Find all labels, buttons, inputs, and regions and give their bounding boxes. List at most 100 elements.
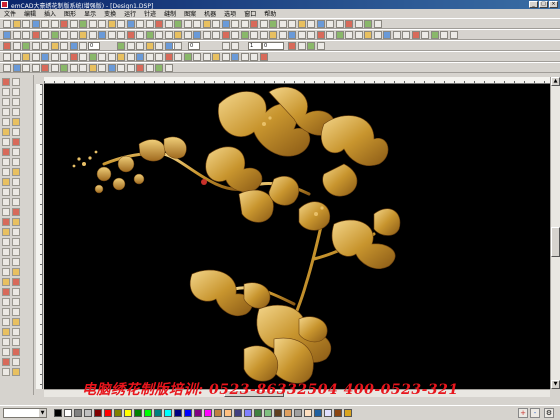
- toolbox-tool[interactable]: [12, 138, 20, 146]
- toolbar-button[interactable]: [307, 42, 315, 50]
- toolbar-button[interactable]: [240, 31, 249, 39]
- toolbar-button[interactable]: [88, 64, 97, 72]
- toolbar-button[interactable]: [136, 20, 144, 28]
- toolbar-button[interactable]: [297, 31, 306, 39]
- toolbar-button[interactable]: [12, 64, 21, 72]
- toolbar-button[interactable]: [164, 53, 173, 61]
- toolbar-button[interactable]: [174, 53, 182, 61]
- vertical-scrollbar[interactable]: ▲ ▼: [550, 77, 560, 389]
- toolbar-button[interactable]: [88, 53, 97, 61]
- toolbox-tool[interactable]: [2, 278, 10, 286]
- color-swatch[interactable]: [334, 409, 342, 417]
- toolbar-button[interactable]: [126, 42, 135, 50]
- toolbar-button[interactable]: [316, 20, 325, 28]
- toolbar-button[interactable]: [221, 31, 230, 39]
- vertical-scroll-thumb[interactable]: [551, 227, 560, 257]
- toolbar-button[interactable]: [69, 53, 78, 61]
- toolbar-button[interactable]: [69, 20, 78, 28]
- toolbox-tool[interactable]: [2, 218, 10, 226]
- toolbar-button[interactable]: [50, 20, 59, 28]
- toolbar-button[interactable]: [193, 53, 201, 61]
- color-swatch[interactable]: [284, 409, 292, 417]
- toolbar-button[interactable]: [126, 64, 135, 72]
- toolbar-button[interactable]: [259, 53, 268, 61]
- color-swatch[interactable]: [304, 409, 312, 417]
- toolbar-button[interactable]: [345, 20, 353, 28]
- toolbar-button[interactable]: [136, 31, 144, 39]
- toolbar-button[interactable]: [3, 20, 11, 28]
- toolbox-tool[interactable]: [12, 168, 20, 176]
- toolbar-button[interactable]: [259, 31, 268, 39]
- toolbox-tool[interactable]: [12, 188, 20, 196]
- toolbar-button[interactable]: [231, 53, 239, 61]
- toolbox-tool[interactable]: [2, 158, 10, 166]
- toolbar-button[interactable]: [335, 20, 344, 28]
- toolbox-tool[interactable]: [2, 198, 10, 206]
- toolbar-button[interactable]: [345, 31, 353, 39]
- toolbar-button[interactable]: [136, 42, 144, 50]
- toolbox-tool[interactable]: [12, 108, 20, 116]
- toolbar-button[interactable]: [107, 64, 116, 72]
- toolbox-tool[interactable]: [12, 268, 20, 276]
- toolbar-button[interactable]: [364, 20, 372, 28]
- toolbar-button[interactable]: [22, 53, 30, 61]
- color-swatch[interactable]: [64, 409, 72, 417]
- color-swatch[interactable]: [224, 409, 232, 417]
- toolbar-button[interactable]: [88, 31, 97, 39]
- toolbar-button[interactable]: [155, 20, 163, 28]
- toolbar-button[interactable]: [183, 20, 192, 28]
- toolbar-button[interactable]: [164, 31, 173, 39]
- toolbar-button[interactable]: [31, 31, 40, 39]
- toolbar-button[interactable]: [259, 20, 268, 28]
- toolbar-button[interactable]: [221, 20, 230, 28]
- color-swatch[interactable]: [194, 409, 202, 417]
- color-swatch[interactable]: [254, 409, 262, 417]
- toolbar-button[interactable]: [60, 31, 68, 39]
- toolbar-button[interactable]: [155, 31, 163, 39]
- toolbar-button[interactable]: [288, 20, 296, 28]
- toolbar-button[interactable]: [50, 42, 59, 50]
- color-swatch[interactable]: [314, 409, 322, 417]
- layer-select[interactable]: ▼: [3, 408, 47, 418]
- toolbar-button[interactable]: [41, 53, 49, 61]
- toolbar-button[interactable]: [3, 42, 11, 50]
- toolbar-button[interactable]: [98, 53, 106, 61]
- toolbar-button[interactable]: [145, 31, 154, 39]
- toolbar-button[interactable]: [107, 53, 116, 61]
- toolbox-tool[interactable]: [2, 188, 10, 196]
- toolbar-button[interactable]: [3, 31, 11, 39]
- toolbox-tool[interactable]: [2, 168, 10, 176]
- toolbox-tool[interactable]: [2, 178, 10, 186]
- toolbar-button[interactable]: [269, 20, 277, 28]
- toolbox-tool[interactable]: [12, 228, 20, 236]
- toolbar-button[interactable]: [212, 31, 220, 39]
- toolbox-tool[interactable]: [12, 328, 20, 336]
- toolbox-tool[interactable]: [12, 88, 20, 96]
- toolbar-button[interactable]: [126, 20, 135, 28]
- color-swatch[interactable]: [174, 409, 182, 417]
- toolbar-button[interactable]: [12, 42, 21, 50]
- toolbox-tool[interactable]: [2, 258, 10, 266]
- toolbox-tool[interactable]: [12, 178, 20, 186]
- toolbar-button[interactable]: [155, 64, 163, 72]
- toolbar-button[interactable]: [240, 20, 249, 28]
- toolbar-button[interactable]: [174, 20, 182, 28]
- toolbar-button[interactable]: [402, 31, 410, 39]
- toolbar-button[interactable]: [174, 31, 182, 39]
- toolbox-tool[interactable]: [2, 118, 10, 126]
- toolbar-button[interactable]: [326, 31, 334, 39]
- toolbar-button[interactable]: [107, 31, 116, 39]
- toolbar-button[interactable]: [155, 42, 163, 50]
- toolbox-tool[interactable]: [12, 258, 20, 266]
- add-color-button[interactable]: +: [518, 408, 528, 418]
- toolbar-button[interactable]: [60, 42, 68, 50]
- toolbar-button[interactable]: [250, 20, 258, 28]
- color-swatch[interactable]: [134, 409, 142, 417]
- menu-shape[interactable]: 图形: [60, 9, 80, 18]
- color-swatch[interactable]: [114, 409, 122, 417]
- toolbox-tool[interactable]: [12, 238, 20, 246]
- toolbar-button[interactable]: [117, 53, 125, 61]
- menu-view[interactable]: 显示: [80, 9, 100, 18]
- toolbar-button[interactable]: [41, 31, 49, 39]
- toolbar-button[interactable]: [31, 20, 40, 28]
